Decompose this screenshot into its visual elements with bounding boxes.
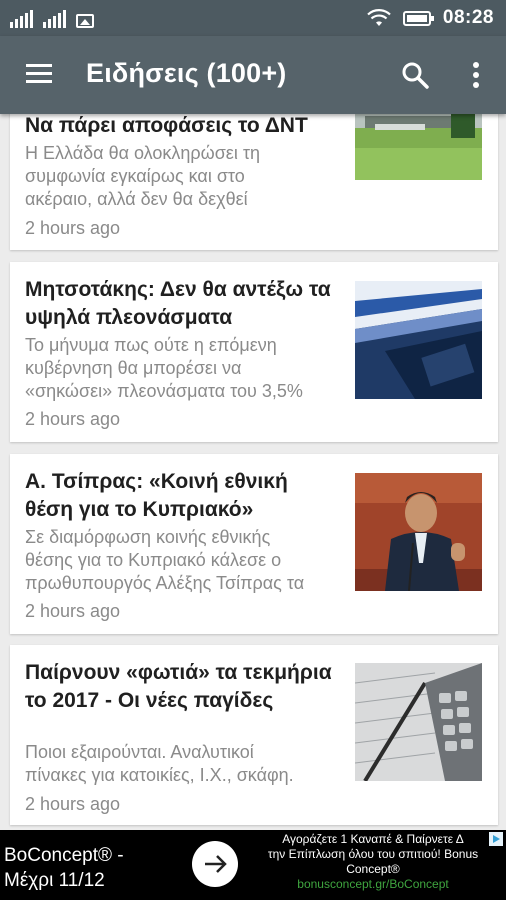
page-title: Ειδήσεις (100+) bbox=[86, 58, 287, 88]
ad-banner[interactable]: BoConcept® - Μέχρι 11/12 Αγοράζετε 1 Καν… bbox=[0, 830, 506, 900]
ad-brand: BoConcept® - Μέχρι 11/12 bbox=[4, 845, 124, 891]
picture-icon bbox=[76, 14, 94, 28]
signal-icon bbox=[10, 8, 33, 28]
news-title: Μητσοτάκης: Δεν θα αντέξω τα υψηλά πλεον… bbox=[25, 278, 331, 329]
ad-url: bonusconcept.gr/BoConcept bbox=[297, 877, 449, 891]
battery-icon bbox=[402, 10, 434, 26]
news-description: Η Ελλάδα θα ολοκληρώσει τη συμφωνία εγκα… bbox=[25, 143, 260, 209]
news-card[interactable]: Να πάρει αποφάσεις το ΔΝΤ Η Ελλάδα θα ολ… bbox=[10, 98, 498, 250]
news-card[interactable]: Α. Τσίπρας: «Κοινή εθνική θέση για το Κυ… bbox=[10, 454, 498, 634]
ad-arrow-button[interactable] bbox=[192, 841, 238, 887]
news-title: Παίρνουν «φωτιά» τα τεκμήρια το 2017 - Ο… bbox=[25, 661, 332, 712]
news-description: Το μήνυμα πως ούτε η επόμενη κυβέρνηση θ… bbox=[25, 335, 303, 401]
wifi-icon bbox=[367, 9, 391, 26]
news-description: Σε διαμόρφωση κοινής εθνικής θέσης για τ… bbox=[25, 527, 305, 593]
ad-text: Αγοράζετε 1 Καναπέ & Παίρνετε Δ την Επίπ… bbox=[244, 832, 502, 892]
news-time: 2 hours ago bbox=[25, 409, 121, 429]
news-title: Να πάρει αποφάσεις το ΔΝΤ bbox=[25, 114, 308, 137]
status-bar: 08:28 bbox=[0, 0, 506, 36]
news-thumbnail-speaker bbox=[355, 473, 482, 591]
menu-icon[interactable] bbox=[26, 64, 52, 84]
signal-icon bbox=[43, 8, 66, 28]
news-description: Ποιοι εξαιρούνται. Αναλυτικοί πίνακες γι… bbox=[25, 742, 294, 785]
clock: 08:28 bbox=[442, 7, 494, 28]
news-thumbnail-flag bbox=[355, 281, 482, 399]
arrow-right-icon bbox=[205, 855, 227, 873]
more-vert-icon[interactable] bbox=[466, 60, 486, 90]
news-list[interactable]: Να πάρει αποφάσεις το ΔΝΤ Η Ελλάδα θα ολ… bbox=[0, 0, 506, 900]
news-card[interactable]: Παίρνουν «φωτιά» τα τεκμήρια το 2017 - Ο… bbox=[10, 645, 498, 825]
news-card[interactable]: Μητσοτάκης: Δεν θα αντέξω τα υψηλά πλεον… bbox=[10, 262, 498, 442]
adchoices-icon[interactable] bbox=[489, 832, 503, 846]
news-time: 2 hours ago bbox=[25, 601, 121, 621]
news-time: 2 hours ago bbox=[25, 218, 121, 238]
news-thumbnail-calculator bbox=[355, 663, 482, 781]
news-title: Α. Τσίπρας: «Κοινή εθνική θέση για το Κυ… bbox=[25, 470, 288, 521]
app-bar: Ειδήσεις (100+) bbox=[0, 36, 506, 114]
news-time: 2 hours ago bbox=[25, 794, 121, 814]
search-icon[interactable] bbox=[400, 60, 430, 90]
